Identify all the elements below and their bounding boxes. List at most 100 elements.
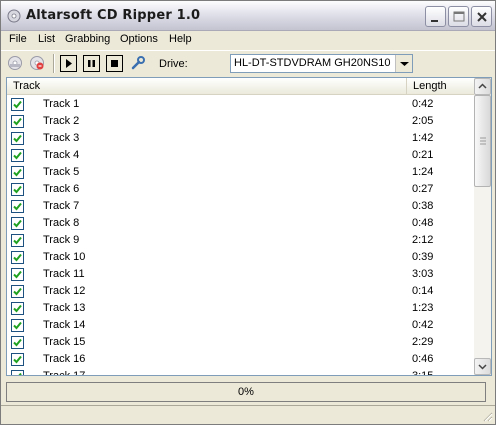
checkmark-icon xyxy=(13,270,22,279)
stop-button[interactable] xyxy=(106,55,123,72)
close-button[interactable] xyxy=(471,6,492,27)
pause-icon xyxy=(88,60,95,67)
track-checkbox[interactable] xyxy=(11,319,24,332)
table-row[interactable]: Track 17 3:15 xyxy=(7,368,475,376)
track-name: Track 3 xyxy=(43,132,80,144)
table-row[interactable]: Track 13 1:23 xyxy=(7,300,475,317)
track-checkbox[interactable] xyxy=(11,353,24,366)
track-checkbox[interactable] xyxy=(11,268,24,281)
menu-options[interactable]: Options xyxy=(120,33,158,45)
table-row[interactable]: Track 8 0:48 xyxy=(7,215,475,232)
track-length: 3:03 xyxy=(412,268,434,280)
table-row[interactable]: Track 12 0:14 xyxy=(7,283,475,300)
track-length: 0:42 xyxy=(412,98,434,110)
column-header-track[interactable]: Track xyxy=(7,78,407,95)
track-length: 1:24 xyxy=(412,166,434,178)
track-length: 2:05 xyxy=(412,115,434,127)
track-length: 0:48 xyxy=(412,217,434,229)
scroll-down-button[interactable] xyxy=(474,358,491,375)
track-length: 1:42 xyxy=(412,132,434,144)
track-checkbox[interactable] xyxy=(11,370,24,375)
track-name: Track 12 xyxy=(43,285,86,297)
close-icon xyxy=(477,12,487,22)
table-row[interactable]: Track 16 0:46 xyxy=(7,351,475,368)
track-checkbox[interactable] xyxy=(11,251,24,264)
track-checkbox[interactable] xyxy=(11,149,24,162)
table-row[interactable]: Track 11 3:03 xyxy=(7,266,475,283)
checkmark-icon xyxy=(13,338,22,347)
track-name: Track 11 xyxy=(43,268,85,280)
track-length: 0:39 xyxy=(412,251,434,263)
minimize-button[interactable] xyxy=(425,6,446,27)
track-checkbox[interactable] xyxy=(11,166,24,179)
table-row[interactable]: Track 7 0:38 xyxy=(7,198,475,215)
track-name: Track 8 xyxy=(43,217,80,229)
track-checkbox[interactable] xyxy=(11,132,24,145)
table-row[interactable]: Track 14 0:42 xyxy=(7,317,475,334)
progress-text: 0% xyxy=(238,386,254,398)
track-checkbox[interactable] xyxy=(11,115,24,128)
track-name: Track 14 xyxy=(43,319,86,331)
menu-file[interactable]: File xyxy=(9,33,27,45)
table-row[interactable]: Track 15 2:29 xyxy=(7,334,475,351)
track-checkbox[interactable] xyxy=(11,302,24,315)
track-checkbox[interactable] xyxy=(11,217,24,230)
track-list[interactable]: Track Length Track 1 0:42 Track 2 2:05 Track… xyxy=(6,77,492,376)
scroll-up-icon xyxy=(478,83,487,89)
checkmark-icon xyxy=(13,287,22,296)
track-checkbox[interactable] xyxy=(11,183,24,196)
track-name: Track 10 xyxy=(43,251,86,263)
checkmark-icon xyxy=(13,168,22,177)
track-name: Track 4 xyxy=(43,149,80,161)
menu-list[interactable]: List xyxy=(38,33,55,45)
pause-button[interactable] xyxy=(83,55,100,72)
track-checkbox[interactable] xyxy=(11,200,24,213)
table-row[interactable]: Track 1 0:42 xyxy=(7,96,475,113)
table-row[interactable]: Track 6 0:27 xyxy=(7,181,475,198)
track-name: Track 5 xyxy=(43,166,80,178)
grip-lines-icon xyxy=(480,137,486,145)
checkmark-icon xyxy=(13,219,22,228)
maximize-button[interactable] xyxy=(448,6,469,27)
checkmark-icon xyxy=(13,117,22,126)
list-rows: Track 1 0:42 Track 2 2:05 Track 3 1:42 Track 4… xyxy=(7,96,475,376)
track-checkbox[interactable] xyxy=(11,98,24,111)
refresh-disc-icon[interactable] xyxy=(29,55,45,71)
title-bar[interactable]: Altarsoft CD Ripper 1.0 xyxy=(1,1,495,31)
stop-icon xyxy=(111,60,118,67)
track-checkbox[interactable] xyxy=(11,336,24,349)
track-length: 3:15 xyxy=(412,370,434,376)
scroll-up-button[interactable] xyxy=(474,78,491,95)
play-button[interactable] xyxy=(60,55,77,72)
drive-dropdown-button[interactable] xyxy=(395,55,412,72)
checkmark-icon xyxy=(13,321,22,330)
app-window: Altarsoft CD Ripper 1.0 File List Grabbi… xyxy=(0,0,496,425)
toolbar-separator xyxy=(53,54,55,73)
table-row[interactable]: Track 9 2:12 xyxy=(7,232,475,249)
menu-help[interactable]: Help xyxy=(169,33,192,45)
table-row[interactable]: Track 2 2:05 xyxy=(7,113,475,130)
cd-app-icon xyxy=(7,9,21,23)
track-checkbox[interactable] xyxy=(11,285,24,298)
table-row[interactable]: Track 4 0:21 xyxy=(7,147,475,164)
table-row[interactable]: Track 5 1:24 xyxy=(7,164,475,181)
progress-bar: 0% xyxy=(6,382,486,402)
chevron-down-icon xyxy=(400,62,409,66)
checkmark-icon xyxy=(13,151,22,160)
scrollbar-thumb[interactable] xyxy=(474,95,491,187)
eject-disc-icon[interactable] xyxy=(7,55,23,71)
settings-wrench-icon[interactable] xyxy=(130,55,146,71)
checkmark-icon xyxy=(13,236,22,245)
table-row[interactable]: Track 3 1:42 xyxy=(7,130,475,147)
resize-grip-icon[interactable] xyxy=(481,410,493,422)
window-title: Altarsoft CD Ripper 1.0 xyxy=(26,8,201,23)
drive-value: HL-DT-STDVDRAM GH20NS10 xyxy=(234,57,391,69)
menu-grabbing[interactable]: Grabbing xyxy=(65,33,110,45)
vertical-scrollbar[interactable] xyxy=(474,78,491,375)
track-name: Track 7 xyxy=(43,200,80,212)
drive-select[interactable]: HL-DT-STDVDRAM GH20NS10 xyxy=(230,54,413,73)
table-row[interactable]: Track 10 0:39 xyxy=(7,249,475,266)
track-checkbox[interactable] xyxy=(11,234,24,247)
status-bar xyxy=(1,405,495,424)
column-header-length[interactable]: Length xyxy=(407,78,475,95)
